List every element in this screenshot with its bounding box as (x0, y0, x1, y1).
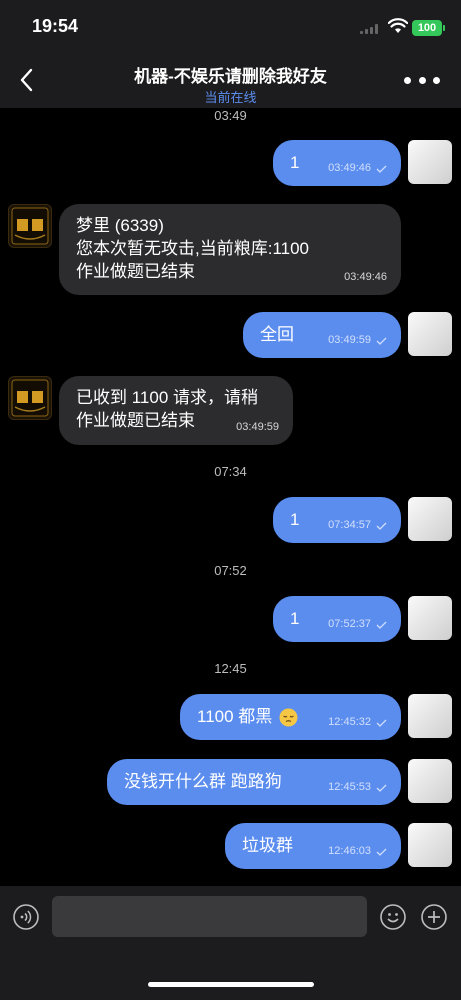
incoming-message[interactable]: 已收到 1100 请求，请稍 作业做题已结束 03:49:59 (59, 376, 293, 445)
add-icon[interactable] (421, 904, 447, 930)
message-text: 1100 都黑 (197, 707, 273, 726)
pensive-face-icon (279, 708, 298, 727)
message-list[interactable]: 03:49 1 03:49:46 梦里 (6339) 您本次暂无攻击,当前粮库:… (0, 108, 461, 886)
bot-avatar[interactable] (8, 204, 52, 248)
my-avatar[interactable] (408, 140, 452, 184)
bot-logo-icon (11, 207, 49, 245)
message-input[interactable] (52, 896, 367, 937)
message-text: 全回 (260, 325, 294, 344)
my-avatar[interactable] (408, 694, 452, 738)
message-time: 03:49:46 (344, 271, 387, 283)
outgoing-message[interactable]: 1 03:49:46 (273, 140, 401, 186)
read-check-icon (376, 719, 387, 727)
date-separator: 07:34 (214, 464, 247, 479)
outgoing-message[interactable]: 1 07:34:57 (273, 497, 401, 543)
voice-icon[interactable] (13, 904, 39, 930)
read-check-icon (376, 165, 387, 173)
read-check-icon (376, 621, 387, 629)
message-time: 12:45:32 (328, 716, 371, 728)
outgoing-message[interactable]: 没钱开什么群 跑路狗 12:45:53 (107, 759, 401, 805)
bot-logo-icon (11, 379, 49, 417)
read-check-icon (376, 337, 387, 345)
outgoing-message[interactable]: 1100 都黑 12:45:32 (180, 694, 401, 740)
outgoing-message[interactable]: 1 07:52:37 (273, 596, 401, 642)
my-avatar[interactable] (408, 823, 452, 867)
message-time: 03:49:46 (328, 162, 371, 174)
message-text: 垃圾群 (242, 836, 293, 855)
date-separator: 12:45 (214, 661, 247, 676)
message-text: 1 (290, 153, 300, 172)
message-text: 没钱开什么群 跑路狗 (124, 772, 282, 791)
my-avatar[interactable] (408, 759, 452, 803)
chevron-left-icon[interactable] (12, 64, 44, 96)
outgoing-message[interactable]: 垃圾群 12:46:03 (225, 823, 401, 869)
battery-icon: 100 (412, 20, 445, 36)
emoji-icon[interactable] (380, 904, 406, 930)
bot-avatar[interactable] (8, 376, 52, 420)
online-status: 当前在线 (204, 90, 257, 105)
home-indicator[interactable] (148, 982, 314, 987)
outgoing-message[interactable]: 全回 03:49:59 (243, 312, 401, 358)
incoming-message[interactable]: 梦里 (6339) 您本次暂无攻击,当前粮库:1100 作业做题已结束 03:4… (59, 204, 401, 295)
message-time: 03:49:59 (328, 334, 371, 346)
chat-title[interactable]: 机器-不娱乐请删除我好友 (70, 62, 391, 87)
read-check-icon (376, 522, 387, 530)
my-avatar[interactable] (408, 596, 452, 640)
message-composer (0, 886, 461, 1000)
read-check-icon (376, 848, 387, 856)
date-separator: 03:49 (214, 108, 247, 123)
date-separator: 07:52 (214, 563, 247, 578)
message-text: 已收到 1100 请求，请稍 作业做题已结束 (76, 388, 259, 430)
message-time: 07:52:37 (328, 618, 371, 630)
message-time: 12:46:03 (328, 845, 371, 857)
more-dots-icon[interactable] (404, 70, 440, 90)
message-time: 03:49:59 (236, 421, 279, 433)
wifi-icon (388, 18, 408, 33)
message-text: 1 (290, 510, 300, 529)
read-check-icon (376, 784, 387, 792)
cellular-signal-icon (360, 24, 382, 34)
message-text: 梦里 (6339) 您本次暂无攻击,当前粮库:1100 作业做题已结束 (76, 216, 310, 281)
status-time: 19:54 (32, 16, 79, 36)
message-text: 1 (290, 609, 300, 628)
my-avatar[interactable] (408, 312, 452, 356)
status-bar: 19:54 100 (0, 0, 461, 52)
my-avatar[interactable] (408, 497, 452, 541)
message-time: 12:45:53 (328, 781, 371, 793)
message-time: 07:34:57 (328, 519, 371, 531)
chat-header: 机器-不娱乐请删除我好友 当前在线 (0, 52, 461, 108)
